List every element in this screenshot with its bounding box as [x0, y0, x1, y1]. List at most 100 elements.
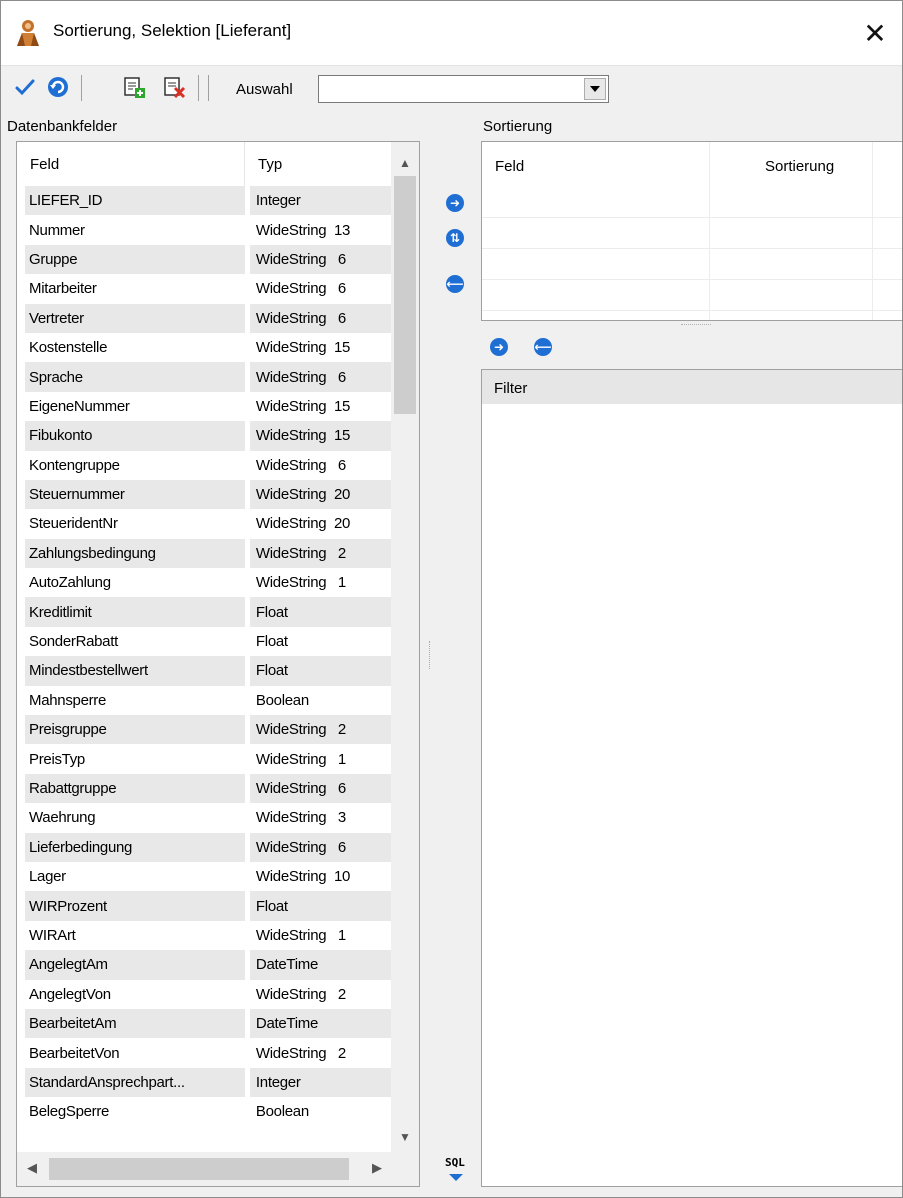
scrollbar-thumb[interactable]	[49, 1158, 349, 1180]
title-bar: Sortierung, Selektion [Lieferant] ✕	[1, 1, 902, 65]
remove-from-filter-button[interactable]: ⟵	[534, 338, 552, 356]
vertical-splitter-grip[interactable]	[429, 641, 431, 669]
auswahl-dropdown[interactable]	[318, 75, 609, 103]
swap-icon: ⇅	[449, 231, 461, 245]
scrollbar-corner	[391, 1152, 419, 1186]
column-header-sortierung[interactable]: Sortierung	[765, 158, 834, 175]
add-list-icon	[122, 75, 146, 103]
table-row[interactable]: Vertreter WideString 6	[25, 303, 391, 333]
horizontal-scrollbar[interactable]: ◀ ▶	[17, 1152, 392, 1186]
undo-button[interactable]	[44, 75, 72, 103]
scrollbar-thumb[interactable]	[394, 176, 416, 414]
scroll-down-icon[interactable]: ▼	[399, 1130, 411, 1144]
grid-line	[482, 217, 902, 218]
table-row[interactable]: Kostenstelle WideString 15	[25, 333, 391, 362]
table-row[interactable]: BearbeitetAm DateTime	[25, 1008, 391, 1039]
table-row[interactable]: Lager WideString 10	[25, 862, 391, 891]
add-to-filter-button[interactable]: ➜	[490, 338, 508, 356]
dropdown-button[interactable]	[584, 78, 606, 100]
fields-grid-header: Feld Typ	[17, 142, 392, 186]
field-type-cell: WideString 1	[255, 574, 346, 592]
table-row[interactable]: SteueridentNr WideString 20	[25, 509, 391, 538]
table-row[interactable]: Mindestbestellwert Float	[25, 656, 391, 686]
table-row[interactable]: Nummer WideString 13	[25, 215, 391, 244]
table-row[interactable]: BelegSperre Boolean	[25, 1097, 391, 1126]
field-type-cell: Boolean	[255, 691, 309, 709]
field-name-cell: BearbeitetAm	[25, 1008, 245, 1039]
scroll-up-icon[interactable]: ▲	[399, 156, 411, 170]
filter-panel[interactable]: Filter	[481, 369, 902, 1187]
table-row[interactable]: Mitarbeiter WideString 6	[25, 274, 391, 303]
field-type-cell: WideString 15	[255, 339, 351, 357]
table-row[interactable]: BearbeitetVon WideString 2	[25, 1038, 391, 1067]
table-row[interactable]: Rabattgruppe WideString 6	[25, 773, 391, 804]
field-type-cell: WideString 2	[249, 715, 391, 745]
field-type-cell: WideString 15	[255, 397, 351, 415]
delete-selection-button[interactable]	[160, 75, 188, 103]
field-name-cell: AngelegtVon	[29, 985, 111, 1003]
table-row[interactable]: Kreditlimit Float	[25, 597, 391, 627]
sql-button[interactable]: SQL	[442, 1156, 472, 1186]
vertical-scrollbar[interactable]: ▲ ▼	[391, 142, 419, 1152]
check-icon	[14, 76, 36, 102]
arrow-right-icon: ➜	[449, 196, 461, 210]
field-name-cell: BelegSperre	[29, 1103, 110, 1121]
apply-button[interactable]	[11, 75, 39, 103]
table-row[interactable]: AutoZahlung WideString 1	[25, 568, 391, 597]
column-header-typ[interactable]: Typ	[258, 156, 282, 173]
field-type-cell: WideString 2	[255, 985, 346, 1003]
scroll-left-icon[interactable]: ◀	[27, 1160, 37, 1176]
column-header-feld[interactable]: Feld	[495, 158, 524, 175]
arrow-left-icon: ⟵	[446, 277, 464, 291]
table-row[interactable]: Fibukonto WideString 15	[25, 421, 391, 451]
table-row[interactable]: Lieferbedingung WideString 6	[25, 832, 391, 862]
remove-from-sort-button[interactable]: ⟵	[446, 275, 464, 293]
close-button[interactable]: ✕	[846, 1, 902, 65]
table-row[interactable]: Zahlungsbedingung WideString 2	[25, 538, 391, 569]
field-name-cell: Kontengruppe	[29, 456, 120, 474]
toolbar-separator	[208, 75, 209, 101]
field-name-cell: Vertreter	[25, 303, 245, 333]
field-type-cell: WideString 6	[249, 832, 391, 862]
window-title: Sortierung, Selektion [Lieferant]	[53, 21, 292, 40]
horizontal-splitter-grip[interactable]	[681, 324, 711, 326]
table-row[interactable]: StandardAnsprechpart... Integer	[25, 1067, 391, 1098]
field-name-cell: Gruppe	[25, 244, 245, 275]
table-row[interactable]: Mahnsperre Boolean	[25, 686, 391, 715]
toggle-sort-order-button[interactable]: ⇅	[446, 229, 464, 247]
field-name-cell: WIRProzent	[25, 891, 245, 921]
close-icon: ✕	[863, 17, 887, 49]
dialog-window: Sortierung, Selektion [Lieferant] ✕ Ausw…	[0, 0, 903, 1198]
table-row[interactable]: WIRProzent Float	[25, 891, 391, 921]
table-row[interactable]: SonderRabatt Float	[25, 627, 391, 656]
table-row[interactable]: AngelegtAm DateTime	[25, 950, 391, 980]
grid-line	[482, 310, 902, 311]
add-selection-button[interactable]	[120, 75, 148, 103]
field-name-cell: SteueridentNr	[29, 515, 118, 533]
table-row[interactable]: Gruppe WideString 6	[25, 244, 391, 275]
table-row[interactable]: EigeneNummer WideString 15	[25, 392, 391, 421]
column-divider	[872, 142, 873, 320]
table-row[interactable]: Steuernummer WideString 20	[25, 479, 391, 510]
field-name-cell: AutoZahlung	[29, 574, 111, 592]
field-type-cell: WideString 6	[255, 456, 346, 474]
table-row[interactable]: Preisgruppe WideString 2	[25, 715, 391, 745]
scroll-right-icon[interactable]: ▶	[372, 1160, 382, 1176]
field-type-cell: DateTime	[249, 1008, 391, 1039]
table-row[interactable]: Kontengruppe WideString 6	[25, 451, 391, 480]
table-row[interactable]: LIEFER_ID Integer	[25, 186, 391, 216]
field-type-cell: WideString 6	[249, 303, 391, 333]
field-type-cell: Float	[249, 891, 391, 921]
column-header-feld[interactable]: Feld	[30, 156, 59, 173]
table-row[interactable]: PreisTyp WideString 1	[25, 744, 391, 773]
field-name-cell: BearbeitetVon	[29, 1044, 120, 1062]
arrow-left-icon: ⟵	[534, 340, 552, 354]
field-name-cell: EigeneNummer	[29, 397, 130, 415]
add-to-sort-button[interactable]: ➜	[446, 194, 464, 212]
table-row[interactable]: Waehrung WideString 3	[25, 803, 391, 832]
table-row[interactable]: WIRArt WideString 1	[25, 921, 391, 950]
toolbar: Auswahl	[1, 65, 902, 111]
table-row[interactable]: Sprache WideString 6	[25, 362, 391, 392]
field-name-cell: PreisTyp	[29, 750, 85, 768]
table-row[interactable]: AngelegtVon WideString 2	[25, 980, 391, 1009]
